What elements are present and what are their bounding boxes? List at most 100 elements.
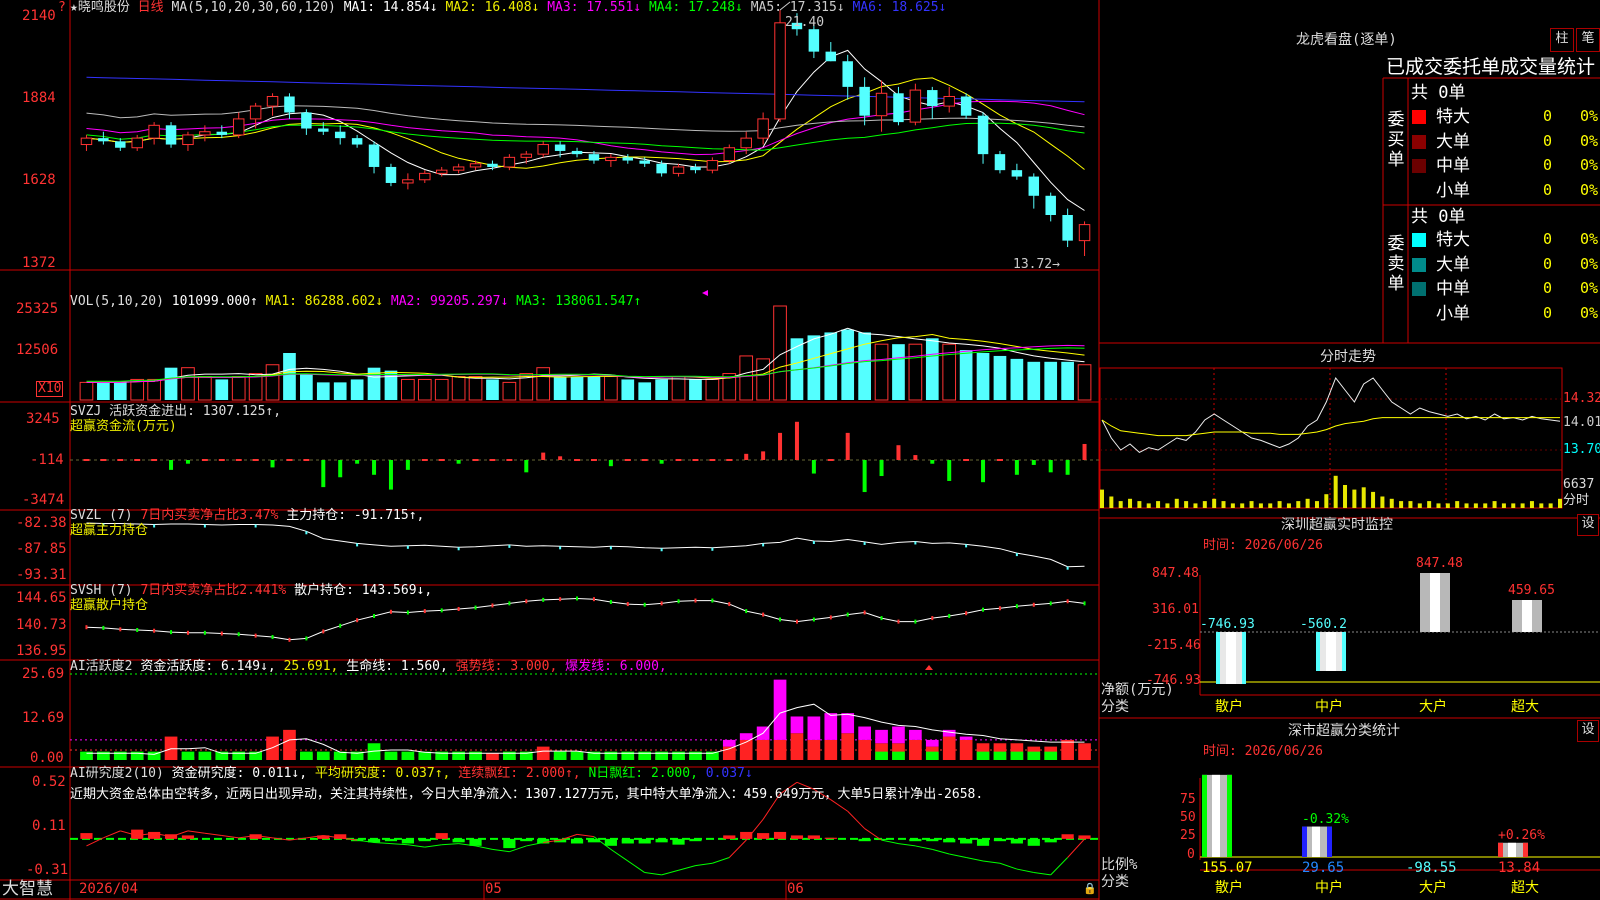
research-bar	[469, 838, 482, 846]
svzl-tick-2: -87.85	[16, 541, 67, 557]
flow-dash	[252, 459, 259, 461]
period-label[interactable]: 日线	[138, 0, 164, 15]
retail-position-tick	[119, 627, 122, 632]
bar-mode-button[interactable]: 柱	[1550, 28, 1574, 52]
svsh-header: SVSH (7) 7日内买卖净占比2.441% 散户持仓: 143.569↓,	[70, 584, 432, 598]
candle-body	[1011, 170, 1023, 177]
svzj-tick-2: -114	[30, 452, 64, 468]
tick-mode-button[interactable]: 笔	[1576, 28, 1600, 52]
fenshi-vol-bar	[1333, 475, 1338, 508]
svsh-main: 散户持仓: 143.569↓,	[294, 583, 433, 598]
research-line-seg	[881, 839, 899, 845]
sz-monitor-settings-button[interactable]: 设	[1577, 514, 1599, 536]
research-line-seg	[712, 857, 730, 864]
ai-res-v1: 资金研究度: 0.011↓,	[171, 766, 308, 781]
sz-class-bar-edge	[1327, 826, 1332, 857]
retail-position-tick	[474, 605, 477, 610]
ai-res-v4: N日飘红: 2.000,	[588, 766, 698, 781]
retail-position-tick	[829, 615, 832, 620]
candle-body	[1028, 176, 1040, 196]
fenshi-vol-bar	[1324, 494, 1329, 508]
flow-dash	[726, 459, 733, 461]
sz-monitor-bar-shine	[1326, 632, 1336, 672]
main-position-tick	[1015, 553, 1018, 557]
volume-bar	[570, 376, 584, 400]
retail-position-tick	[1032, 602, 1035, 607]
help-icon[interactable]: ?	[58, 1, 66, 15]
lock-icon[interactable]: 🔒	[1083, 882, 1097, 896]
sell-row-pct-1: 0%	[1580, 254, 1599, 273]
research-line-seg	[932, 848, 950, 855]
fenshi-vol-bar	[1240, 503, 1245, 508]
activity-hot-bar	[942, 729, 956, 737]
candle-body	[199, 131, 211, 136]
research-bar	[807, 835, 820, 839]
candle-body	[469, 163, 482, 168]
candle-body	[419, 172, 431, 181]
candle-body	[148, 124, 160, 139]
retail-position-tick	[728, 602, 731, 607]
activity-bar	[790, 733, 804, 760]
research-bar	[520, 838, 533, 842]
research-bar	[401, 838, 414, 844]
fenshi-vol-bar	[1558, 498, 1562, 508]
volume-bar	[333, 382, 347, 400]
candle-body	[859, 86, 870, 116]
vol-ma3: MA3: 138061.547↑	[516, 294, 642, 309]
ai-res-comment: 近期大资金总体由空转多，近两日出现异动，关注其持续性，今日大单净流入：1307.…	[70, 787, 984, 802]
flow-bar	[524, 460, 529, 473]
retail-position-tick	[626, 602, 629, 607]
retail-position-tick	[1015, 604, 1018, 609]
retail-position-tick	[914, 619, 917, 624]
research-bar	[384, 838, 398, 842]
fenshi-vol-bar	[1258, 503, 1263, 508]
retail-position-tick	[322, 629, 325, 634]
activity-bar	[824, 739, 838, 760]
flow-dash	[827, 459, 834, 461]
stock-name[interactable]: 晓鸣股份	[78, 0, 130, 15]
main-position-tick	[356, 543, 359, 547]
sz-class-cat-3: 超大	[1511, 880, 1539, 896]
activity-hot-bar	[739, 733, 753, 740]
sell-row-label-1: 大单	[1436, 254, 1470, 275]
research-line-seg	[492, 848, 510, 853]
research-bar	[1061, 834, 1074, 839]
research-bar	[655, 838, 668, 843]
retail-position-tick	[356, 618, 359, 623]
fenshi-vol-bar	[1473, 503, 1478, 508]
candle-body	[334, 131, 346, 139]
retail-position-tick	[779, 617, 782, 622]
research-line-seg	[1067, 838, 1085, 858]
ma-params: MA(5,10,20,30,60,120)	[171, 0, 336, 15]
sz-class-settings-button[interactable]: 设	[1577, 720, 1599, 742]
chart-canvas[interactable]	[0, 0, 1600, 900]
vol-unit-badge[interactable]: X10	[36, 381, 64, 397]
candle-body	[537, 144, 549, 155]
sz-class-tick-1: 75	[1180, 792, 1196, 807]
fenshi-vol-bar	[1212, 498, 1217, 508]
sz-class-cat-0: 散户	[1215, 880, 1243, 896]
vol-tick-2: 12506	[16, 342, 59, 358]
sell-row-pct-0: 0%	[1580, 230, 1599, 248]
svzl-sub: 超赢主力持仓	[70, 523, 149, 538]
retail-position-tick	[85, 625, 88, 630]
activity-bar	[773, 739, 787, 760]
sz-class-top-label-1: -0.32%	[1302, 811, 1349, 827]
flow-bar	[169, 460, 174, 470]
fenshi-vol-bar	[1455, 501, 1460, 508]
volume-bar	[316, 382, 330, 400]
flow-dash	[574, 459, 581, 461]
activity-hot-bar	[909, 729, 922, 740]
flow-dash	[235, 459, 242, 461]
fenshi-vol-bar	[1118, 501, 1123, 508]
retail-position-tick	[339, 623, 342, 628]
volume-bar	[1044, 361, 1058, 400]
ai-res-v3: 连续飘红: 2.000↑,	[458, 766, 581, 781]
buy-row-pct-3: 0%	[1580, 180, 1599, 199]
research-line-seg	[204, 832, 222, 837]
buy-swatch-2	[1412, 159, 1426, 173]
candle-body	[622, 157, 634, 161]
retail-position-line	[86, 597, 1085, 641]
volume-bar	[621, 379, 635, 400]
activity-bar	[536, 746, 550, 760]
